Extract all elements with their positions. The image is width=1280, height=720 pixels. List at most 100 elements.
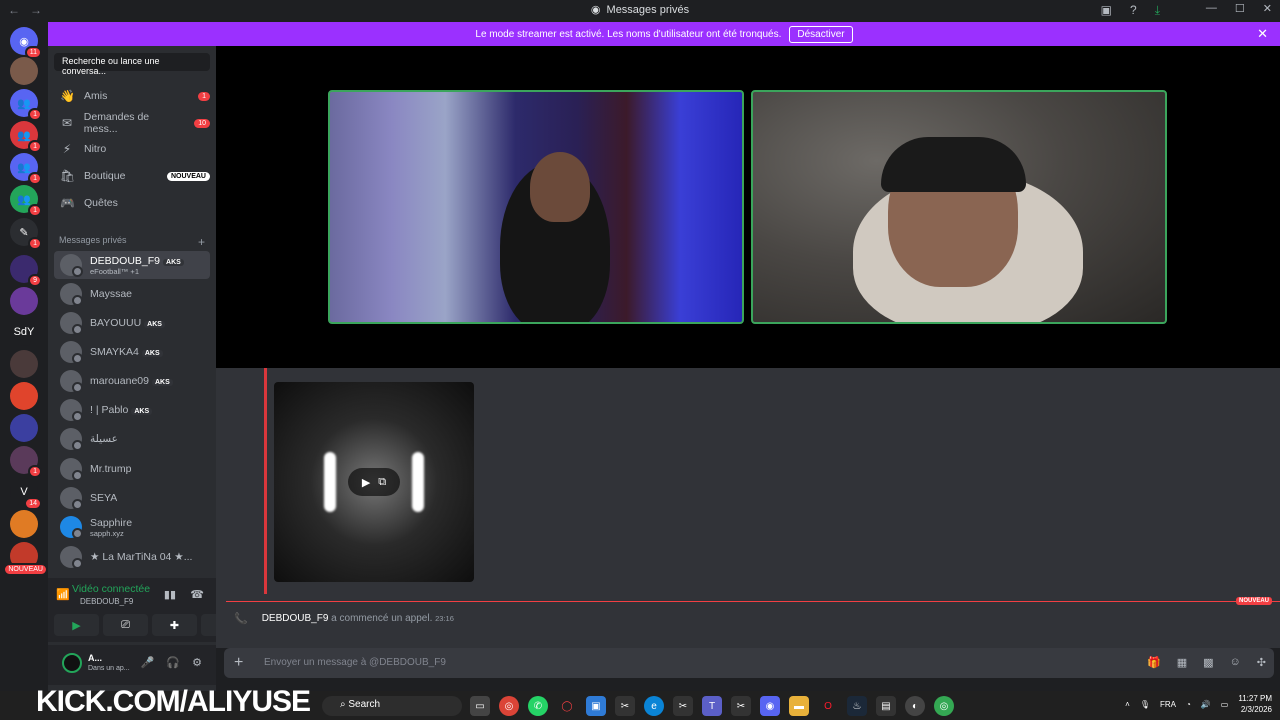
opera-gx-icon[interactable]: O — [818, 696, 838, 716]
call-message: 📞 DEBDOUB_F9 a commencé un appel. 23:16 — [234, 612, 454, 625]
help-icon[interactable]: ? — [1130, 3, 1137, 18]
nav-nitro[interactable]: ⚡ Nitro — [54, 137, 210, 161]
signal-icon[interactable]: ▮▮ — [164, 588, 176, 601]
app-icon[interactable]: ▣ — [586, 696, 606, 716]
inbox-icon[interactable]: ▣ — [1101, 3, 1112, 18]
dm-name: marouane09 — [90, 375, 149, 387]
server-icon[interactable]: V 14 — [10, 478, 42, 510]
server-icon[interactable]: SdY — [10, 318, 38, 346]
dm-item[interactable]: DEBDOUB_F9 AKS eFootball™ +1 — [54, 251, 210, 279]
wifi-icon[interactable]: ◔ — [1186, 700, 1191, 709]
gear-icon[interactable]: ⚙ — [192, 656, 202, 669]
server-icon[interactable] — [10, 382, 38, 410]
discord-icon[interactable]: ◉ — [760, 696, 780, 716]
nav-message-requests[interactable]: ✉ Demandes de mess... 10 — [54, 111, 210, 135]
dm-item[interactable]: marouane09 AKS — [54, 367, 210, 395]
screenshare-button[interactable]: ⎚ — [103, 614, 148, 636]
server-icon[interactable]: 9 — [10, 255, 42, 287]
disconnect-icon[interactable]: ☎ — [190, 588, 204, 601]
nav-quests[interactable]: 🎮 Quêtes — [54, 191, 210, 215]
server-icon[interactable]: ✎ 1 — [10, 218, 42, 250]
video-attachment[interactable]: ▶ ⧉ — [274, 382, 474, 582]
dm-item[interactable]: SMAYKA4 AKS — [54, 338, 210, 366]
camera-button[interactable]: ▶ — [54, 614, 99, 636]
steam-icon[interactable]: ♨ — [847, 696, 867, 716]
emoji-icon[interactable]: ☺ — [1230, 656, 1241, 669]
play-button[interactable]: ▶ ⧉ — [348, 468, 400, 496]
opera-icon[interactable]: ◯ — [557, 696, 577, 716]
server-badge: 14 — [24, 497, 42, 510]
nav-friends[interactable]: 👋 Amis 1 — [54, 84, 210, 108]
task-view-icon[interactable]: ▭ — [470, 696, 490, 716]
battery-icon[interactable]: ▭ — [1221, 700, 1229, 709]
clock[interactable]: 11:27 PM 2/3/2026 — [1238, 693, 1272, 715]
add-dm-button[interactable]: + — [198, 235, 205, 249]
new-badge: NOUVEAU — [1235, 597, 1272, 605]
language-indicator[interactable]: FRA — [1160, 700, 1176, 709]
microphone-icon[interactable]: 🎤 — [141, 656, 155, 669]
app-icon[interactable]: ◐ — [905, 696, 925, 716]
chrome-icon[interactable]: ◎ — [499, 696, 519, 716]
group-icon[interactable]: 👥 1 — [10, 89, 42, 121]
group-icon[interactable]: 👥 1 — [10, 121, 42, 153]
edge-icon[interactable]: e — [644, 696, 664, 716]
apps-icon[interactable]: ✣ — [1257, 656, 1266, 669]
activities-button[interactable]: ✚ — [152, 614, 197, 636]
group-icon[interactable]: 👥 1 — [10, 153, 42, 185]
server-icon[interactable] — [10, 414, 38, 442]
dm-activity: eFootball™ +1 — [90, 266, 139, 276]
dm-item[interactable]: ! | Pablo AKS — [54, 396, 210, 424]
avatar[interactable] — [62, 653, 82, 673]
capcut-icon[interactable]: ✂ — [731, 696, 751, 716]
add-attachment-icon[interactable]: + — [234, 654, 243, 672]
server-icon[interactable]: 1 — [10, 446, 42, 478]
dm-item[interactable]: SEYA — [54, 484, 210, 512]
download-icon[interactable]: ⤓ — [1155, 3, 1160, 18]
capcut-icon[interactable]: ✂ — [673, 696, 693, 716]
home-button[interactable]: ◉ 11 — [10, 27, 42, 59]
disable-streamer-button[interactable]: Désactiver — [789, 25, 853, 43]
friends-icon: 👋 — [60, 89, 75, 103]
dm-item[interactable]: BAYOUUU AKS — [54, 309, 210, 337]
server-badge: 1 — [28, 140, 42, 153]
message-input[interactable]: Envoyer un message à @DEBDOUB_F9 — [264, 657, 446, 668]
nav-shop[interactable]: 🛍 Boutique NOUVEAU — [54, 164, 210, 188]
video-tile[interactable] — [751, 90, 1167, 324]
search-input[interactable]: Recherche ou lance une conversa... — [54, 53, 210, 76]
microphone-icon[interactable]: 🎙 — [1140, 700, 1150, 709]
dm-item[interactable]: Mayssae — [54, 280, 210, 308]
volume-icon[interactable]: 🔊 — [1201, 700, 1211, 709]
video-tile[interactable] — [328, 90, 744, 324]
sticker-icon[interactable]: ▩ — [1203, 656, 1213, 669]
dm-item[interactable]: عسيلة — [54, 425, 210, 453]
gift-icon[interactable]: 🎁 — [1147, 656, 1161, 669]
group-icon[interactable]: 👥 1 — [10, 185, 42, 217]
close-icon[interactable]: ✕ — [1257, 26, 1268, 42]
server-icon[interactable] — [10, 510, 38, 538]
headphones-icon[interactable]: 🎧 — [166, 656, 180, 669]
dm-item[interactable]: ★ La MarTiNa 04 ★... — [54, 543, 210, 571]
dm-item[interactable]: Sapphire sapph.xyz — [54, 513, 210, 541]
minimize-button[interactable]: — — [1206, 2, 1217, 15]
dm-name: BAYOUUU — [90, 317, 142, 329]
maximize-button[interactable]: ☐ — [1235, 2, 1245, 15]
server-icon[interactable]: NOUVEAU — [3, 542, 48, 576]
folder-icon[interactable]: ▬ — [789, 696, 809, 716]
message-input-bar: + Envoyer un message à @DEBDOUB_F9 🎁 ▦ ▩… — [224, 648, 1274, 678]
close-window-button[interactable]: ✕ — [1263, 2, 1272, 15]
call-author[interactable]: DEBDOUB_F9 — [262, 613, 329, 624]
dm-item[interactable]: Mr.trump — [54, 455, 210, 483]
server-icon[interactable] — [10, 350, 38, 378]
server-icon[interactable] — [10, 57, 38, 85]
avatar — [60, 370, 83, 393]
server-icon[interactable] — [10, 287, 38, 315]
capcut-icon[interactable]: ✂ — [615, 696, 635, 716]
whatsapp-icon[interactable]: ✆ — [528, 696, 548, 716]
chrome-icon[interactable]: ◎ — [934, 696, 954, 716]
app-icon[interactable]: ▤ — [876, 696, 896, 716]
chevron-up-icon[interactable]: ˄ — [1125, 700, 1130, 709]
taskbar-search[interactable]: ⌕ Search — [322, 696, 462, 716]
stream-overlay: KICK.COM/ALIYUSE — [36, 685, 311, 719]
teams-icon[interactable]: T — [702, 696, 722, 716]
gif-icon[interactable]: ▦ — [1177, 656, 1187, 669]
